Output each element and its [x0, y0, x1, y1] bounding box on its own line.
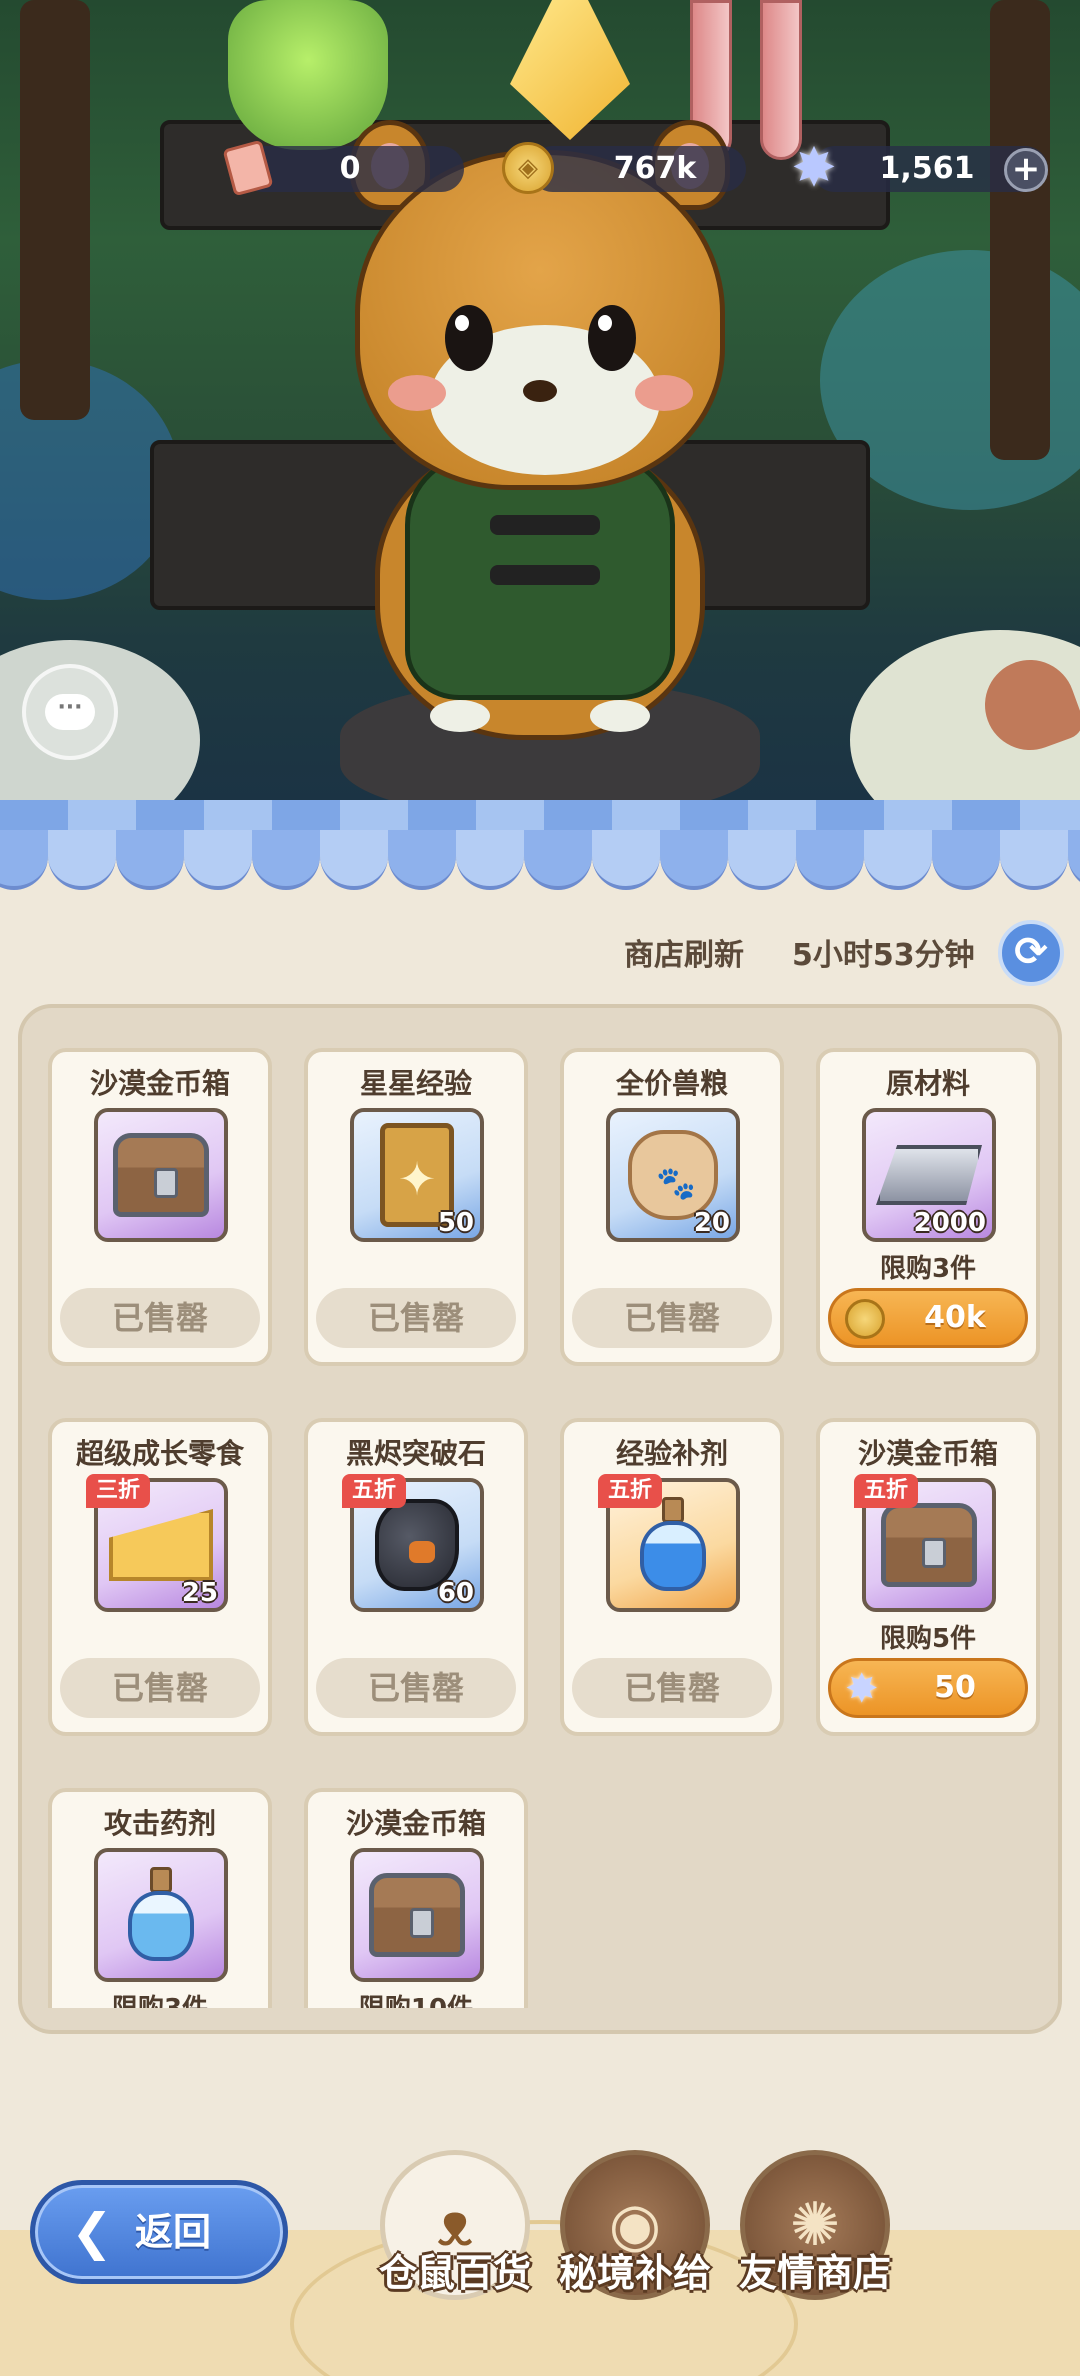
back-label: 返回: [135, 2210, 212, 2254]
refresh-icon[interactable]: ⟳: [998, 920, 1064, 986]
sold-out-button: 已售罄: [60, 1288, 260, 1348]
chest-icon: [881, 1503, 977, 1587]
hamster-head: [355, 150, 725, 490]
star-icon: ✸: [791, 136, 837, 199]
tree-trunk: [990, 0, 1050, 460]
chat-button[interactable]: ···: [22, 664, 118, 760]
item-title: 全价兽粮: [615, 1067, 728, 1100]
item-title: 超级成长零食: [75, 1437, 244, 1470]
item-count: 60: [437, 1578, 474, 1608]
item-title: 经验补剂: [615, 1437, 728, 1470]
sold-out-button: 已售罄: [316, 1288, 516, 1348]
sold-out-button: 已售罄: [60, 1658, 260, 1718]
hamster-nose: [523, 380, 557, 402]
shop-item-card[interactable]: 沙漠金币箱限购10件: [304, 1788, 528, 2008]
item-title: 星星经验: [359, 1067, 472, 1100]
potion-icon: [638, 1497, 708, 1593]
tab-friendship-shop[interactable]: ✺ 友情商店: [730, 2150, 900, 2300]
coin-icon: ◈: [500, 140, 556, 196]
purchase-limit: 限购10件: [308, 1988, 524, 2008]
item-count: 50: [437, 1208, 474, 1238]
back-arrow-icon: ❮: [71, 2203, 113, 2261]
hamster-shopkeeper[interactable]: [330, 110, 750, 750]
add-currency-button[interactable]: +: [1004, 148, 1048, 192]
tab-secret-supply[interactable]: ◉ 秘境补给: [550, 2150, 720, 2300]
coin-value: 767k: [613, 151, 697, 186]
item-icon-frame[interactable]: [94, 1108, 228, 1242]
buy-button[interactable]: ✸ 50: [828, 1658, 1028, 1718]
tab-label: 秘境补给: [558, 2251, 711, 2295]
shop-scene: 0 767k ◈ 1,561 ✸ + ···: [0, 0, 1080, 800]
shop-item-card[interactable]: 攻击药剂限购3件: [48, 1788, 272, 2008]
item-title: 沙漠金币箱: [345, 1807, 486, 1840]
chat-bubble-icon: ···: [45, 694, 95, 730]
item-icon-frame[interactable]: [350, 1848, 484, 1982]
shop-item-card[interactable]: 沙漠金币箱 五折 限购5件 ✸ 50: [816, 1418, 1040, 1736]
shop-item-card[interactable]: 原材料 2000 限购3件 40k: [816, 1048, 1040, 1366]
hamster-foot: [590, 700, 650, 732]
shop-item-card[interactable]: 超级成长零食三折 25 已售罄: [48, 1418, 272, 1736]
cheese-icon: [109, 1509, 213, 1581]
chest-icon: [369, 1873, 465, 1957]
purchase-limit: 限购5件: [879, 1624, 977, 1654]
shop-items-panel[interactable]: 沙漠金币箱已售罄星星经验50已售罄全价兽粮20已售罄原材料2000限购3件40k…: [18, 1004, 1062, 2034]
shop-item-card[interactable]: 黑烬突破石五折 60 已售罄: [304, 1418, 528, 1736]
coin-counter: 767k: [530, 146, 746, 192]
shop-item-card[interactable]: 经验补剂五折已售罄: [560, 1418, 784, 1736]
shop-item-card[interactable]: 沙漠金币箱 已售罄: [48, 1048, 272, 1366]
back-button[interactable]: ❮ 返回: [30, 2180, 288, 2284]
purchase-limit: 限购3件: [52, 1988, 268, 2008]
tab-label: 友情商店: [738, 2251, 891, 2295]
tree-trunk: [20, 0, 90, 420]
star-value: 1,561: [879, 151, 975, 186]
ingot-icon: [876, 1145, 982, 1205]
price-value: 40k: [924, 1300, 986, 1335]
star-icon: ✸: [845, 1666, 879, 1712]
item-title: 沙漠金币箱: [89, 1067, 230, 1100]
vest-strap: [490, 515, 600, 535]
item-title: 沙漠金币箱: [857, 1437, 998, 1470]
sold-out-button: 已售罄: [572, 1658, 772, 1718]
sold-out-button: 已售罄: [316, 1658, 516, 1718]
buy-button[interactable]: 40k: [828, 1288, 1028, 1348]
vest-strap: [490, 565, 600, 585]
sack-icon: [628, 1130, 718, 1220]
chest-icon: [113, 1133, 209, 1217]
potion-light-icon: [126, 1867, 196, 1963]
discount-badge: 五折: [598, 1474, 663, 1508]
tab-hamster-store[interactable]: ᴥ 仓鼠百货: [370, 2150, 540, 2300]
discount-badge: 三折: [86, 1474, 151, 1508]
item-icon-frame[interactable]: 2000: [862, 1108, 996, 1242]
item-count: 25: [181, 1578, 218, 1608]
hamster-cheek: [388, 375, 446, 411]
ticket-value: 0: [339, 151, 361, 186]
tab-label: 仓鼠百货: [378, 2251, 531, 2295]
price-value: 50: [934, 1670, 976, 1705]
item-icon-frame[interactable]: 20: [606, 1108, 740, 1242]
shop-awning: [0, 800, 1080, 900]
discount-badge: 五折: [342, 1474, 407, 1508]
item-count: 20: [693, 1208, 730, 1238]
sold-out-button: 已售罄: [572, 1288, 772, 1348]
shop-refresh-label: 商店刷新: [624, 938, 744, 973]
discount-badge: 五折: [854, 1474, 919, 1508]
item-icon-frame[interactable]: [94, 1848, 228, 1982]
item-title: 原材料: [885, 1067, 970, 1100]
shop-item-card[interactable]: 星星经验 50 已售罄: [304, 1048, 528, 1366]
item-title: 攻击药剂: [103, 1807, 216, 1840]
hamster-eye: [588, 305, 636, 371]
hamster-cheek: [635, 375, 693, 411]
ticket-icon: [220, 139, 276, 197]
shop-item-card[interactable]: 全价兽粮 20 已售罄: [560, 1048, 784, 1366]
hamster-eye: [445, 305, 493, 371]
item-icon-frame[interactable]: 50: [350, 1108, 484, 1242]
shop-refresh-timer: 5小时53分钟: [792, 938, 975, 973]
coin-icon: [845, 1299, 885, 1339]
hamster-foot: [430, 700, 490, 732]
purchase-limit: 限购3件: [879, 1254, 977, 1284]
item-count: 2000: [913, 1208, 986, 1238]
item-title: 黑烬突破石: [345, 1437, 486, 1470]
